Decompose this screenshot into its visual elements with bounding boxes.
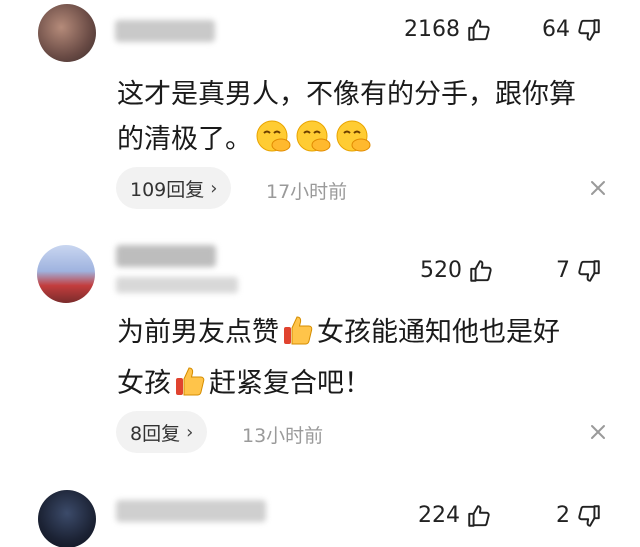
dislike-count: 64 [542, 17, 570, 42]
like-count: 2168 [404, 17, 460, 42]
comment-text-part: 女孩 [117, 368, 171, 399]
avatar[interactable] [38, 4, 96, 62]
user-subtitle-blurred [116, 277, 238, 293]
comment-text-part: 为前男友点赞 [117, 317, 279, 348]
like-button[interactable]: 2168 [404, 17, 492, 43]
dislike-button[interactable]: 7 [556, 258, 602, 284]
timestamp: 17小时前 [266, 181, 348, 203]
dislike-count: 2 [556, 503, 570, 528]
like-button[interactable]: 224 [418, 503, 492, 529]
replies-label: 8回复 [130, 422, 181, 445]
replies-button[interactable]: 8回复 › [116, 411, 208, 453]
hand-over-mouth-emoji-icon [254, 119, 292, 169]
thumbs-down-outline-icon [578, 260, 600, 282]
dislike-button[interactable]: 2 [556, 503, 602, 529]
comment-text: 这才是真男人，不像有的分手，跟你算 的清极了。 [117, 72, 607, 169]
thumbs-down-outline-icon [578, 505, 600, 527]
thumbs-up-outline-icon [468, 505, 490, 527]
chevron-right-icon: › [210, 177, 218, 199]
like-count: 520 [420, 258, 462, 283]
dislike-button[interactable]: 64 [542, 17, 602, 43]
comment-text: 为前男友点赞 女孩能通知他也是好 女孩 赶紧复合吧！ [117, 310, 607, 412]
replies-label: 109回复 [130, 178, 205, 201]
close-icon[interactable] [588, 178, 608, 198]
replies-button[interactable]: 109回复 › [116, 167, 232, 209]
timestamp: 13小时前 [242, 425, 324, 447]
comment-1: 2168 64 这才是真男人，不像有的分手，跟你算 的清极了。 109回复 › … [0, 0, 640, 225]
username-blurred[interactable] [116, 500, 266, 522]
username-blurred[interactable] [115, 20, 215, 42]
comment-text-line-1: 这才是真男人，不像有的分手，跟你算 [117, 79, 576, 110]
thumbs-up-emoji-icon [281, 313, 315, 361]
like-button[interactable]: 520 [420, 258, 494, 284]
comment-text-line-1: 为前男友点赞 女孩能通知他也是好 [117, 310, 607, 361]
username-blurred[interactable] [116, 245, 216, 267]
comment-2: 520 7 为前男友点赞 女孩能通知他也是好 女孩 赶紧复合吧！ 8回复 › 13小… [0, 225, 640, 470]
like-count: 224 [418, 503, 460, 528]
thumbs-up-emoji-icon [173, 364, 207, 412]
thumbs-up-outline-icon [470, 260, 492, 282]
comment-text-line-2-text: 的清极了。 [117, 124, 252, 155]
thumbs-up-outline-icon [468, 19, 490, 41]
hand-over-mouth-emoji-icon [334, 119, 372, 169]
dislike-count: 7 [556, 258, 570, 283]
comment-text-line-2: 女孩 赶紧复合吧！ [117, 361, 607, 412]
comment-text-part: 赶紧复合吧！ [209, 368, 371, 399]
hand-over-mouth-emoji-icon [294, 119, 332, 169]
chevron-right-icon: › [186, 421, 194, 443]
comment-text-line-2: 的清极了。 [117, 117, 607, 169]
avatar[interactable] [38, 490, 96, 547]
thumbs-down-outline-icon [578, 19, 600, 41]
comment-3: 224 2 [0, 470, 640, 547]
comment-text-part: 女孩能通知他也是好 [317, 317, 560, 348]
close-icon[interactable] [588, 422, 608, 442]
avatar[interactable] [37, 245, 95, 303]
